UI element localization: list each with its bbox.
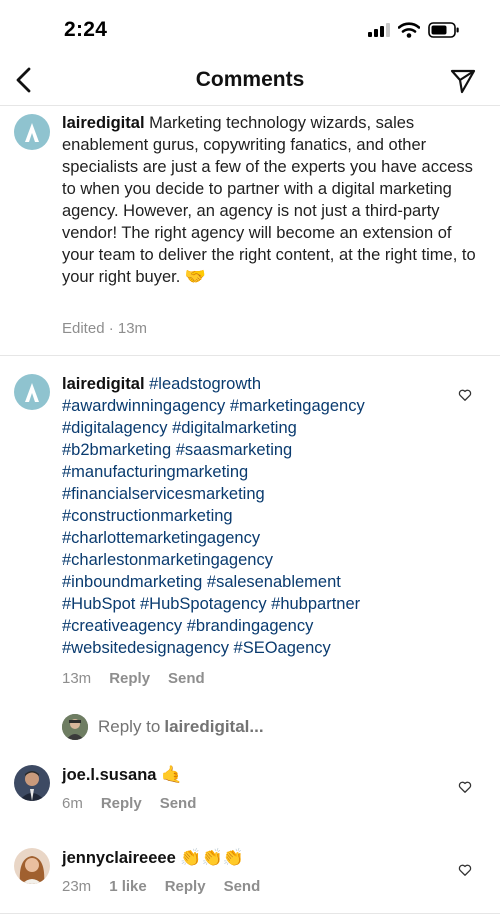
avatar xyxy=(62,714,88,740)
comment-meta: 23m 1 like Reply Send xyxy=(62,878,260,895)
like-button[interactable] xyxy=(458,388,472,402)
reply-to-prompt[interactable]: Reply to lairedigital... xyxy=(62,714,264,740)
caption-body: Marketing technology wizards, sales enab… xyxy=(62,114,476,286)
hashtag-line[interactable]: #inboundmarketing #salesenablement xyxy=(62,571,487,593)
hashtag-line[interactable]: #digitalagency #digitalmarketing xyxy=(62,417,487,439)
comment-meta: 13m Reply Send xyxy=(62,670,205,687)
comment-username[interactable]: lairedigital xyxy=(62,375,145,393)
paper-plane-icon xyxy=(450,69,476,94)
comments-header: Comments xyxy=(0,56,500,106)
laire-logo-icon xyxy=(25,383,39,402)
heart-icon xyxy=(458,781,472,793)
caption-text: lairedigital Marketing technology wizard… xyxy=(62,112,487,288)
avatar[interactable] xyxy=(14,848,50,884)
send-button[interactable]: Send xyxy=(160,795,197,812)
hashtag-line[interactable]: #HubSpot #HubSpotagency #hubpartner xyxy=(62,593,487,615)
laire-logo-icon xyxy=(25,123,39,142)
comment-username[interactable]: joe.l.susana xyxy=(62,766,156,784)
send-button[interactable]: Send xyxy=(168,670,205,687)
comment-meta: 6m Reply Send xyxy=(62,795,196,812)
wifi-icon xyxy=(398,22,420,38)
post-caption: lairedigital Marketing technology wizard… xyxy=(0,106,500,356)
heart-icon xyxy=(458,389,472,401)
comment-timestamp: 23m xyxy=(62,878,92,895)
comment-text: joe.l.susana 🤙 xyxy=(62,764,487,786)
hashtag-line[interactable]: #creativeagency #brandingagency xyxy=(62,615,487,637)
hashtag-line[interactable]: #charlottemarketingagency xyxy=(62,527,487,549)
avatar[interactable] xyxy=(14,374,50,410)
comment-text: jennyclaireeee 👏👏👏 xyxy=(62,847,487,869)
like-button[interactable] xyxy=(458,780,472,794)
comment-username[interactable]: jennyclaireeee xyxy=(62,849,176,867)
handshake-emoji: 🤝 xyxy=(184,267,207,286)
clapping-emoji: 👏👏👏 xyxy=(180,848,244,867)
user-avatar-icon xyxy=(14,765,50,801)
hashtag-line[interactable]: #b2bmarketing #saasmarketing xyxy=(62,439,487,461)
user-avatar-icon xyxy=(14,848,50,884)
divider xyxy=(0,913,500,914)
reply-to-label: Reply to xyxy=(98,717,161,736)
hashtag-line[interactable]: #awardwinningagency #marketingagency xyxy=(62,395,487,417)
hashtag[interactable]: #leadstogrowth xyxy=(149,375,261,393)
hashtag-line[interactable]: #websitedesignagency #SEOagency xyxy=(62,637,487,659)
like-button[interactable] xyxy=(458,863,472,877)
edited-timestamp: Edited · 13m xyxy=(62,320,148,337)
reply-button[interactable]: Reply xyxy=(109,670,150,687)
cellular-signal-icon xyxy=(368,23,390,37)
avatar[interactable] xyxy=(14,765,50,801)
caption-username[interactable]: lairedigital xyxy=(62,114,145,132)
status-time: 2:24 xyxy=(64,18,108,41)
call-me-emoji: 🤙 xyxy=(161,765,183,784)
page-title: Comments xyxy=(195,68,305,91)
caption-meta: Edited · 13m xyxy=(62,320,147,337)
hashtag-line[interactable]: #financialservicesmarketing xyxy=(62,483,487,505)
user-avatar-icon xyxy=(62,714,88,740)
send-button[interactable]: Send xyxy=(224,878,261,895)
reply-to-username: lairedigital... xyxy=(164,717,264,736)
reply-button[interactable]: Reply xyxy=(165,878,206,895)
comment-timestamp: 6m xyxy=(62,795,83,812)
hashtag-line[interactable]: #manufacturingmarketing xyxy=(62,461,487,483)
comment-text: lairedigital #leadstogrowth #awardwinnin… xyxy=(62,373,487,659)
comment-timestamp: 13m xyxy=(62,670,92,687)
status-icons xyxy=(368,22,460,38)
reply-button[interactable]: Reply xyxy=(101,795,142,812)
heart-icon xyxy=(458,864,472,876)
likes-count[interactable]: 1 like xyxy=(109,878,147,895)
share-button[interactable] xyxy=(450,68,476,94)
avatar[interactable] xyxy=(14,114,50,150)
battery-icon xyxy=(428,22,460,38)
status-bar: 2:24 xyxy=(0,0,500,56)
hashtag-line[interactable]: #constructionmarketing xyxy=(62,505,487,527)
hashtag-line[interactable]: #charlestonmarketingagency xyxy=(62,549,487,571)
